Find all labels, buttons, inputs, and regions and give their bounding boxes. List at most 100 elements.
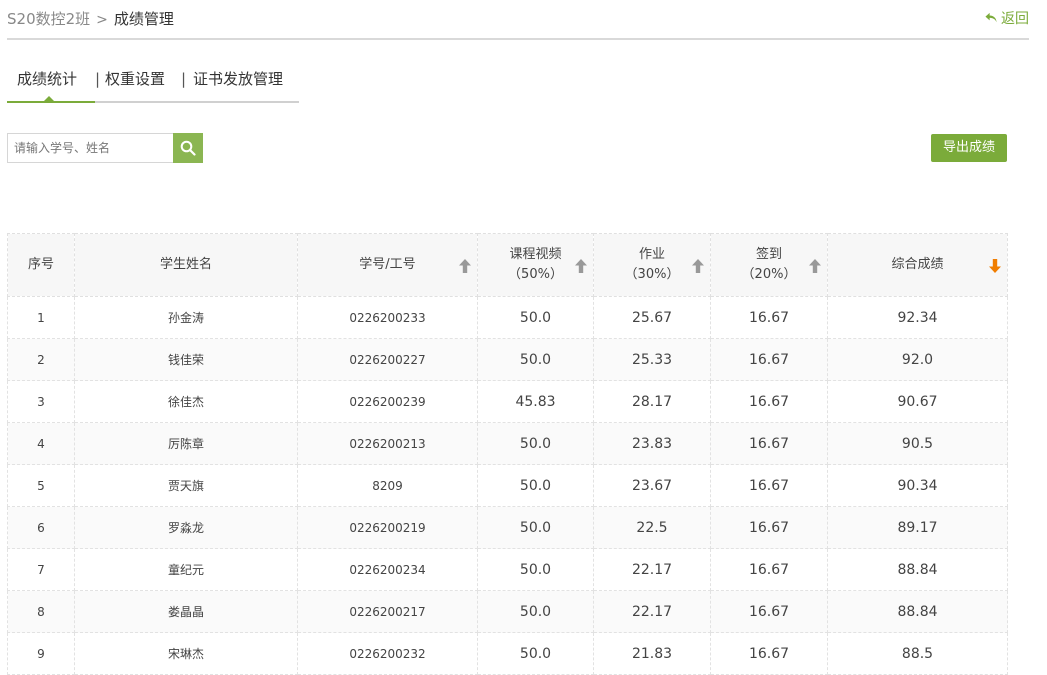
cell-index: 1 [7, 296, 75, 339]
cell-course-video: 50.0 [477, 464, 594, 507]
sort-up-arrow-icon[interactable] [575, 259, 587, 273]
cell-course-video: 50.0 [477, 422, 594, 465]
cell-checkin: 16.67 [710, 380, 828, 423]
export-scores-button[interactable]: 导出成绩 [931, 134, 1007, 162]
sort-up-arrow-icon[interactable] [809, 259, 821, 273]
cell-checkin: 16.67 [710, 296, 828, 339]
back-button[interactable]: 返回 [985, 10, 1029, 28]
cell-student-name: 童纪元 [74, 548, 298, 591]
cell-student-name: 贾天旗 [74, 464, 298, 507]
sort-down-arrow-icon[interactable] [989, 259, 1001, 273]
cell-index: 2 [7, 338, 75, 381]
header-index: 序号 [7, 233, 75, 297]
tab-bar: 成绩统计 | 权重设置 | 证书发放管理 [7, 66, 299, 103]
table-row: 9 宋琳杰 0226200232 50.0 21.83 16.67 88.5 [7, 632, 1008, 675]
cell-homework: 28.17 [593, 380, 711, 423]
header-student-name-label: 学生姓名 [159, 257, 212, 272]
cell-index: 8 [7, 590, 75, 633]
cell-index: 7 [7, 548, 75, 591]
cell-course-video: 50.0 [477, 296, 594, 339]
cell-total-score: 88.5 [827, 632, 1008, 675]
cell-checkin: 16.67 [710, 422, 828, 465]
cell-total-score: 88.84 [827, 590, 1008, 633]
cell-course-video: 50.0 [477, 632, 594, 675]
cell-homework: 22.17 [593, 548, 711, 591]
cell-student-id: 0226200227 [297, 338, 478, 381]
cell-index: 6 [7, 506, 75, 549]
tab-weight-settings[interactable]: 权重设置 [105, 68, 165, 90]
cell-total-score: 92.34 [827, 296, 1008, 339]
cell-student-name: 娄晶晶 [74, 590, 298, 633]
cell-student-id: 0226200219 [297, 506, 478, 549]
cell-course-video: 50.0 [477, 548, 594, 591]
header-student-id[interactable]: 学号/工号 [297, 233, 478, 297]
header-total-score-label: 综合成绩 [891, 257, 944, 272]
cell-course-video: 50.0 [477, 338, 594, 381]
cell-student-name: 钱佳荣 [74, 338, 298, 381]
header-index-label: 序号 [27, 257, 54, 272]
cell-total-score: 90.5 [827, 422, 1008, 465]
cell-homework: 23.83 [593, 422, 711, 465]
breadcrumb: S20数控2班 > 成绩管理 [7, 9, 174, 30]
cell-student-id: 0226200232 [297, 632, 478, 675]
table-row: 8 娄晶晶 0226200217 50.0 22.17 16.67 88.84 [7, 590, 1008, 633]
header-course-video-weight: （50%） [508, 267, 563, 282]
header-checkin[interactable]: 签到 （20%） [710, 233, 828, 297]
table-row: 3 徐佳杰 0226200239 45.83 28.17 16.67 90.67 [7, 380, 1008, 423]
sort-up-arrow-icon[interactable] [459, 259, 471, 273]
tab-separator: | [95, 70, 101, 88]
cell-checkin: 16.67 [710, 590, 828, 633]
sort-up-arrow-icon[interactable] [692, 259, 704, 273]
table-body: 1 孙金涛 0226200233 50.0 25.67 16.67 92.34 2 钱佳荣 022… [7, 296, 1008, 675]
table-row: 1 孙金涛 0226200233 50.0 25.67 16.67 92.34 [7, 296, 1008, 339]
search-input[interactable] [7, 133, 173, 163]
cell-total-score: 90.34 [827, 464, 1008, 507]
breadcrumb-separator: > [96, 12, 108, 28]
score-table: 序号 学生姓名 学号/工号 课程视频 （50%） 作业 （30%） 签到 （20%） … [7, 233, 1008, 675]
cell-checkin: 16.67 [710, 464, 828, 507]
cell-student-name: 徐佳杰 [74, 380, 298, 423]
tab-score-stats[interactable]: 成绩统计 [17, 68, 77, 90]
cell-student-name: 宋琳杰 [74, 632, 298, 675]
header-course-video-label: 课程视频 [509, 247, 562, 262]
search-box [7, 133, 203, 163]
cell-homework: 23.67 [593, 464, 711, 507]
header-checkin-weight: （20%） [741, 267, 797, 282]
tab-separator: | [181, 70, 187, 88]
cell-checkin: 16.67 [710, 548, 828, 591]
cell-student-id: 0226200233 [297, 296, 478, 339]
header-homework-label: 作业 [638, 247, 665, 262]
header-student-id-label: 学号/工号 [359, 257, 416, 272]
cell-index: 5 [7, 464, 75, 507]
cell-course-video: 50.0 [477, 506, 594, 549]
header-course-video[interactable]: 课程视频 （50%） [477, 233, 594, 297]
header-total-score[interactable]: 综合成绩 [827, 233, 1008, 297]
cell-student-name: 罗淼龙 [74, 506, 298, 549]
top-bar: S20数控2班 > 成绩管理 返回 [7, 0, 1029, 40]
header-homework-weight: （30%） [624, 267, 680, 282]
cell-course-video: 45.83 [477, 380, 594, 423]
tab-certificate-management[interactable]: 证书发放管理 [193, 68, 283, 90]
cell-index: 4 [7, 422, 75, 465]
cell-homework: 22.5 [593, 506, 711, 549]
cell-student-id: 0226200239 [297, 380, 478, 423]
cell-student-name: 孙金涛 [74, 296, 298, 339]
header-homework[interactable]: 作业 （30%） [593, 233, 711, 297]
table-row: 5 贾天旗 8209 50.0 23.67 16.67 90.34 [7, 464, 1008, 507]
breadcrumb-class-link[interactable]: S20数控2班 [7, 10, 90, 28]
cell-total-score: 88.84 [827, 548, 1008, 591]
header-checkin-label: 签到 [755, 247, 782, 262]
cell-homework: 21.83 [593, 632, 711, 675]
cell-total-score: 90.67 [827, 380, 1008, 423]
cell-checkin: 16.67 [710, 506, 828, 549]
table-row: 7 童纪元 0226200234 50.0 22.17 16.67 88.84 [7, 548, 1008, 591]
search-icon [180, 140, 196, 156]
cell-student-id: 0226200217 [297, 590, 478, 633]
back-arrow-icon [985, 12, 997, 23]
table-row: 2 钱佳荣 0226200227 50.0 25.33 16.67 92.0 [7, 338, 1008, 381]
search-button[interactable] [173, 133, 203, 163]
header-student-name: 学生姓名 [74, 233, 298, 297]
cell-checkin: 16.67 [710, 338, 828, 381]
cell-homework: 22.17 [593, 590, 711, 633]
cell-student-name: 厉陈章 [74, 422, 298, 465]
